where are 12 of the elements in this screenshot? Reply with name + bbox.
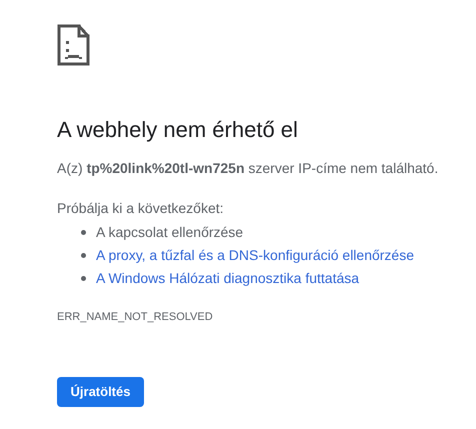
bullet-icon <box>81 230 86 234</box>
suggestions-heading: Próbálja ki a következőket: <box>57 199 225 218</box>
suggestion-link[interactable]: A proxy, a tűzfal és a DNS-konfiguráció ellenőrzése <box>96 246 414 264</box>
error-message: A(z) tp%20link%20tl-wn725n szerver IP-címe nem található. <box>57 159 440 178</box>
bullet-icon <box>81 276 86 280</box>
sad-page-icon <box>57 24 90 66</box>
error-code: ERR_NAME_NOT_RESOLVED <box>57 310 214 325</box>
reload-button[interactable]: Újratöltés <box>57 376 144 406</box>
suggestion-text: A kapcsolat ellenőrzése <box>96 223 244 241</box>
bullet-icon <box>81 252 86 258</box>
suggestion-link[interactable]: A Windows Hálózati diagnosztika futtatása <box>96 269 360 287</box>
error-heading: A webhely nem érhető el <box>57 116 299 144</box>
